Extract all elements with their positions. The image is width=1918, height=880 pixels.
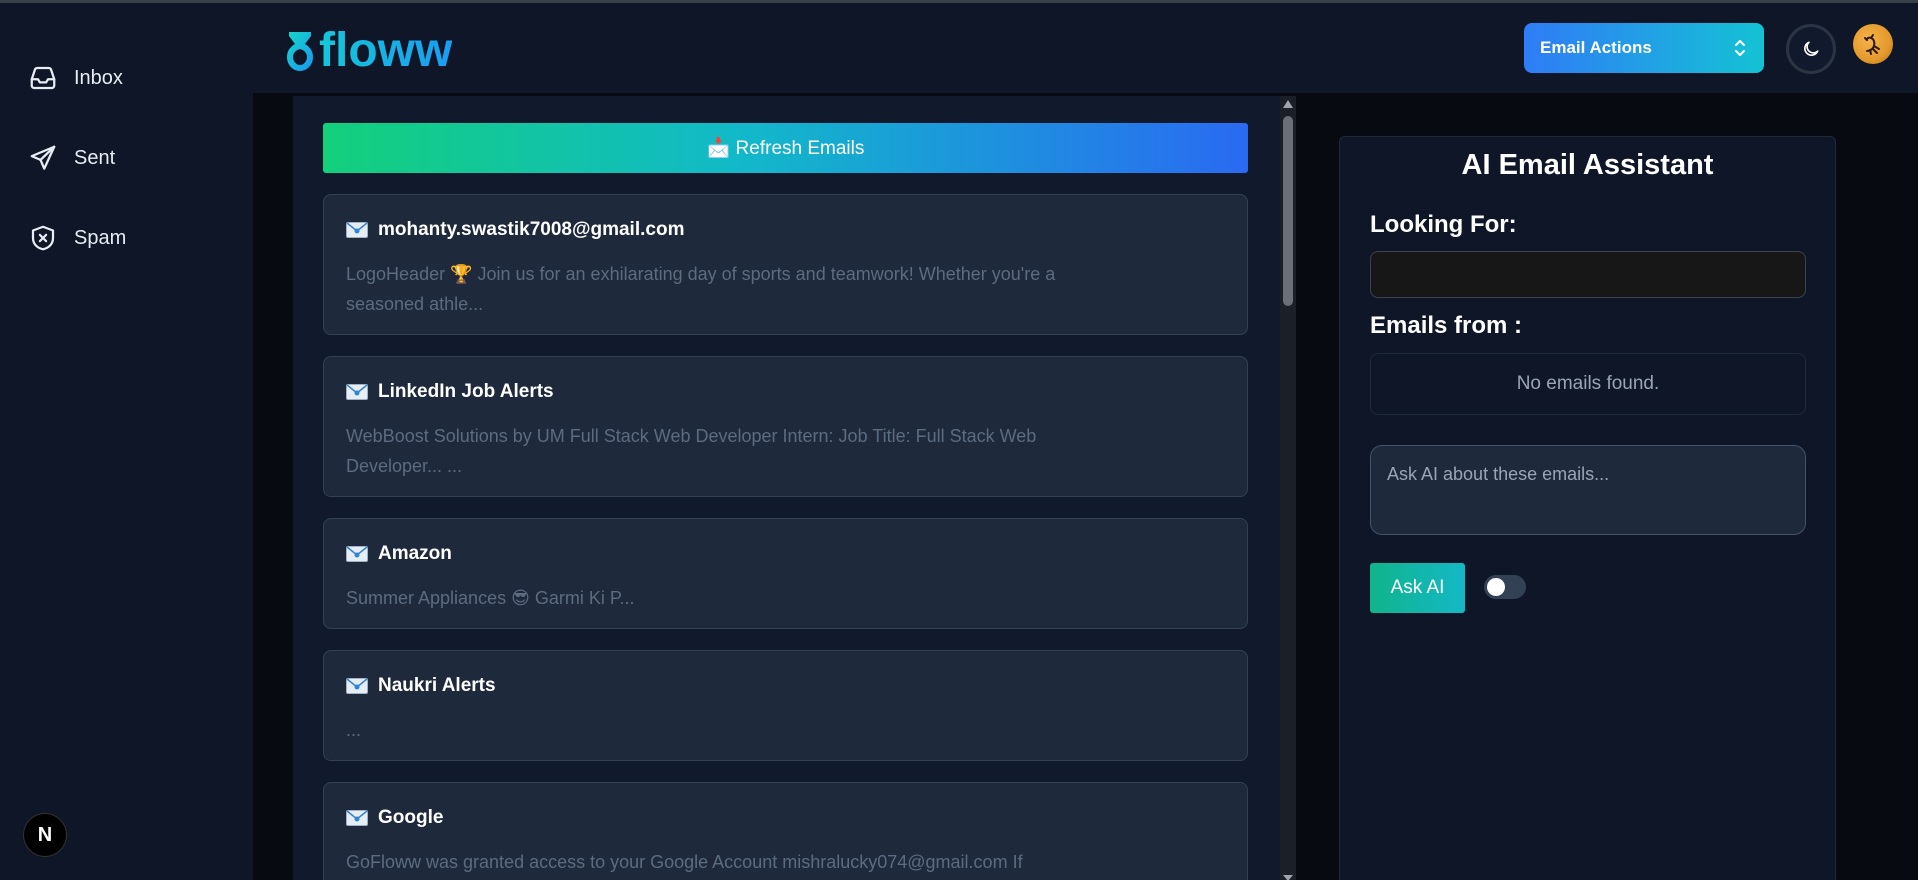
email-actions-select[interactable]: Email Actions <box>1524 23 1764 73</box>
inbox-icon <box>30 66 56 90</box>
email-header: Google <box>346 807 1227 829</box>
envelope-icon <box>346 384 368 400</box>
scorpion-avatar-icon <box>1864 34 1880 55</box>
ai-assistant-panel: AI Email Assistant Looking For: Emails f… <box>1339 136 1836 880</box>
email-header: Amazon <box>346 543 1227 565</box>
scroll-down-arrow-icon[interactable] <box>1283 875 1293 880</box>
email-card[interactable]: mohanty.swastik7008@gmail.com LogoHeader… <box>323 194 1248 335</box>
email-sender: LinkedIn Job Alerts <box>378 381 554 402</box>
email-header: mohanty.swastik7008@gmail.com <box>346 219 1227 241</box>
email-card[interactable]: LinkedIn Job Alerts WebBoost Solutions b… <box>323 356 1248 497</box>
sidebar-item-label: Sent <box>74 146 116 169</box>
email-header: LinkedIn Job Alerts <box>346 381 1227 403</box>
email-actions-label: Email Actions <box>1540 38 1652 57</box>
ask-ai-textarea[interactable]: Ask AI about these emails... <box>1370 445 1806 535</box>
looking-for-input[interactable] <box>1370 251 1806 298</box>
email-sender: mohanty.swastik7008@gmail.com <box>378 219 685 240</box>
logo-mark-icon <box>287 31 313 71</box>
envelope-icon <box>346 810 368 826</box>
sidebar-item-label: Spam <box>74 226 127 249</box>
email-header: Naukri Alerts <box>346 675 1227 697</box>
email-sender: Google <box>378 807 444 828</box>
email-preview: ... <box>346 720 362 740</box>
logo-text: floww <box>319 24 453 77</box>
refresh-emails-button[interactable]: 📩 Refresh Emails <box>323 123 1248 173</box>
scrollbar-thumb[interactable] <box>1283 116 1293 306</box>
top-header: floww Email Actions <box>253 3 1918 93</box>
email-preview: WebBoost Solutions by UM Full Stack Web … <box>346 426 1037 476</box>
ask-ai-placeholder: Ask AI about these emails... <box>1387 464 1610 484</box>
badge-letter: N <box>37 823 53 846</box>
sidebar-item-sent[interactable]: Sent <box>28 143 115 173</box>
spam-shield-icon <box>31 225 55 251</box>
chevron-up-down-icon <box>1735 40 1745 56</box>
email-card[interactable]: Google GoFloww was granted access to you… <box>323 782 1248 880</box>
app-logo[interactable]: floww <box>285 23 452 78</box>
email-sender: Naukri Alerts <box>378 675 496 696</box>
next-dev-badge[interactable]: N <box>23 813 67 857</box>
email-list-scrollbar[interactable] <box>1280 96 1296 880</box>
email-preview: Summer Appliances 😎 Garmi Ki P... <box>346 588 635 608</box>
sidebar-item-label: Inbox <box>74 66 123 89</box>
emails-from-list: No emails found. <box>1370 353 1806 415</box>
refresh-label: 📩 Refresh Emails <box>706 138 865 159</box>
email-preview: LogoHeader 🏆 Join us for an exhilarating… <box>346 264 1056 314</box>
email-card[interactable]: Amazon Summer Appliances 😎 Garmi Ki P... <box>323 518 1248 629</box>
no-emails-message: No emails found. <box>1516 373 1660 394</box>
ask-ai-button-label: Ask AI <box>1390 577 1445 598</box>
email-sender: Amazon <box>378 543 452 564</box>
scroll-up-arrow-icon[interactable] <box>1283 100 1293 108</box>
ask-ai-button[interactable]: Ask AI <box>1370 563 1465 613</box>
app-root: Inbox Sent Spam N floww Email Actions 📩 … <box>0 0 1918 880</box>
email-preview: GoFloww was granted access to your Googl… <box>346 852 1023 872</box>
sidebar: Inbox Sent Spam N <box>0 3 253 880</box>
envelope-icon <box>346 222 368 238</box>
send-icon <box>30 145 56 170</box>
toggle-knob <box>1487 578 1505 596</box>
theme-toggle-button[interactable] <box>1786 24 1836 74</box>
ai-mode-toggle[interactable] <box>1484 575 1526 599</box>
avatar[interactable] <box>1853 24 1893 64</box>
sidebar-item-spam[interactable]: Spam <box>28 223 126 253</box>
moon-icon <box>1804 41 1819 56</box>
emails-from-label: Emails from : <box>1370 312 1523 339</box>
envelope-icon <box>346 678 368 694</box>
looking-for-label: Looking For: <box>1370 211 1517 238</box>
email-card[interactable]: Naukri Alerts ... <box>323 650 1248 761</box>
ai-panel-title: AI Email Assistant <box>1461 149 1714 181</box>
envelope-icon <box>346 546 368 562</box>
sidebar-item-inbox[interactable]: Inbox <box>28 63 123 93</box>
email-list-panel[interactable]: 📩 Refresh Emails mohanty.swastik7008@gma… <box>293 96 1296 880</box>
